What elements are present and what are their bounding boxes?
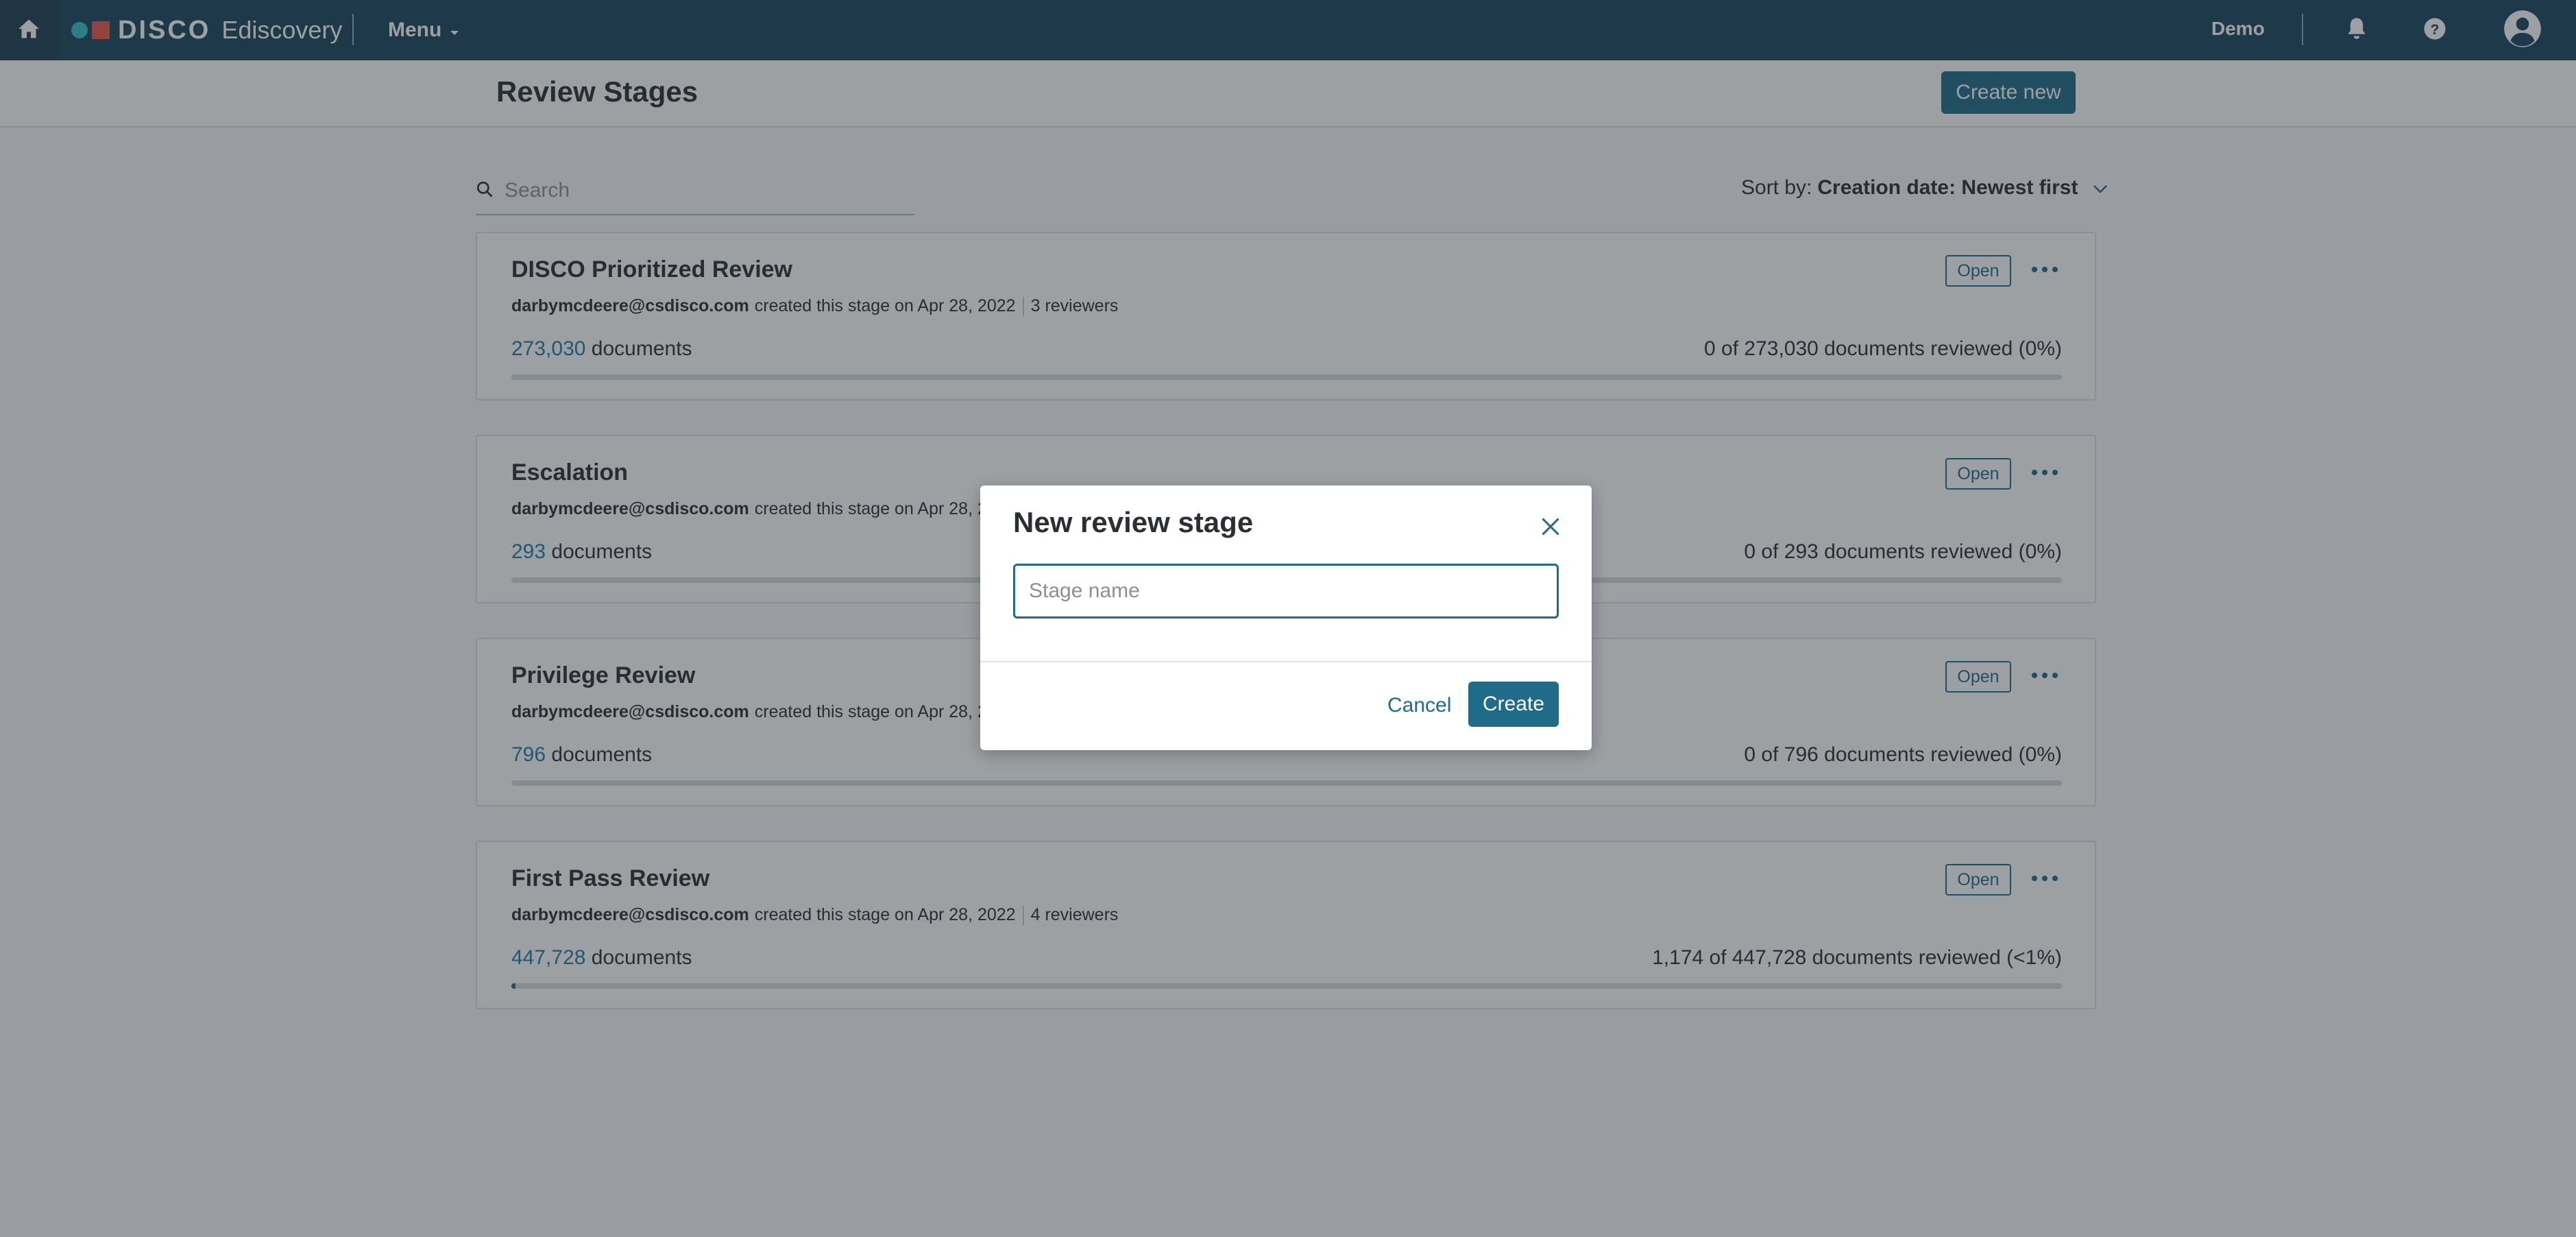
dialog-divider xyxy=(980,661,1592,662)
new-review-stage-dialog: New review stage Cancel Create xyxy=(980,485,1592,750)
cancel-button[interactable]: Cancel xyxy=(1387,694,1451,717)
dialog-title: New review stage xyxy=(1013,506,1254,538)
stage-name-input[interactable] xyxy=(1013,564,1559,618)
close-button[interactable] xyxy=(1534,512,1567,544)
close-icon xyxy=(1540,516,1562,541)
create-button[interactable]: Create xyxy=(1468,682,1559,727)
